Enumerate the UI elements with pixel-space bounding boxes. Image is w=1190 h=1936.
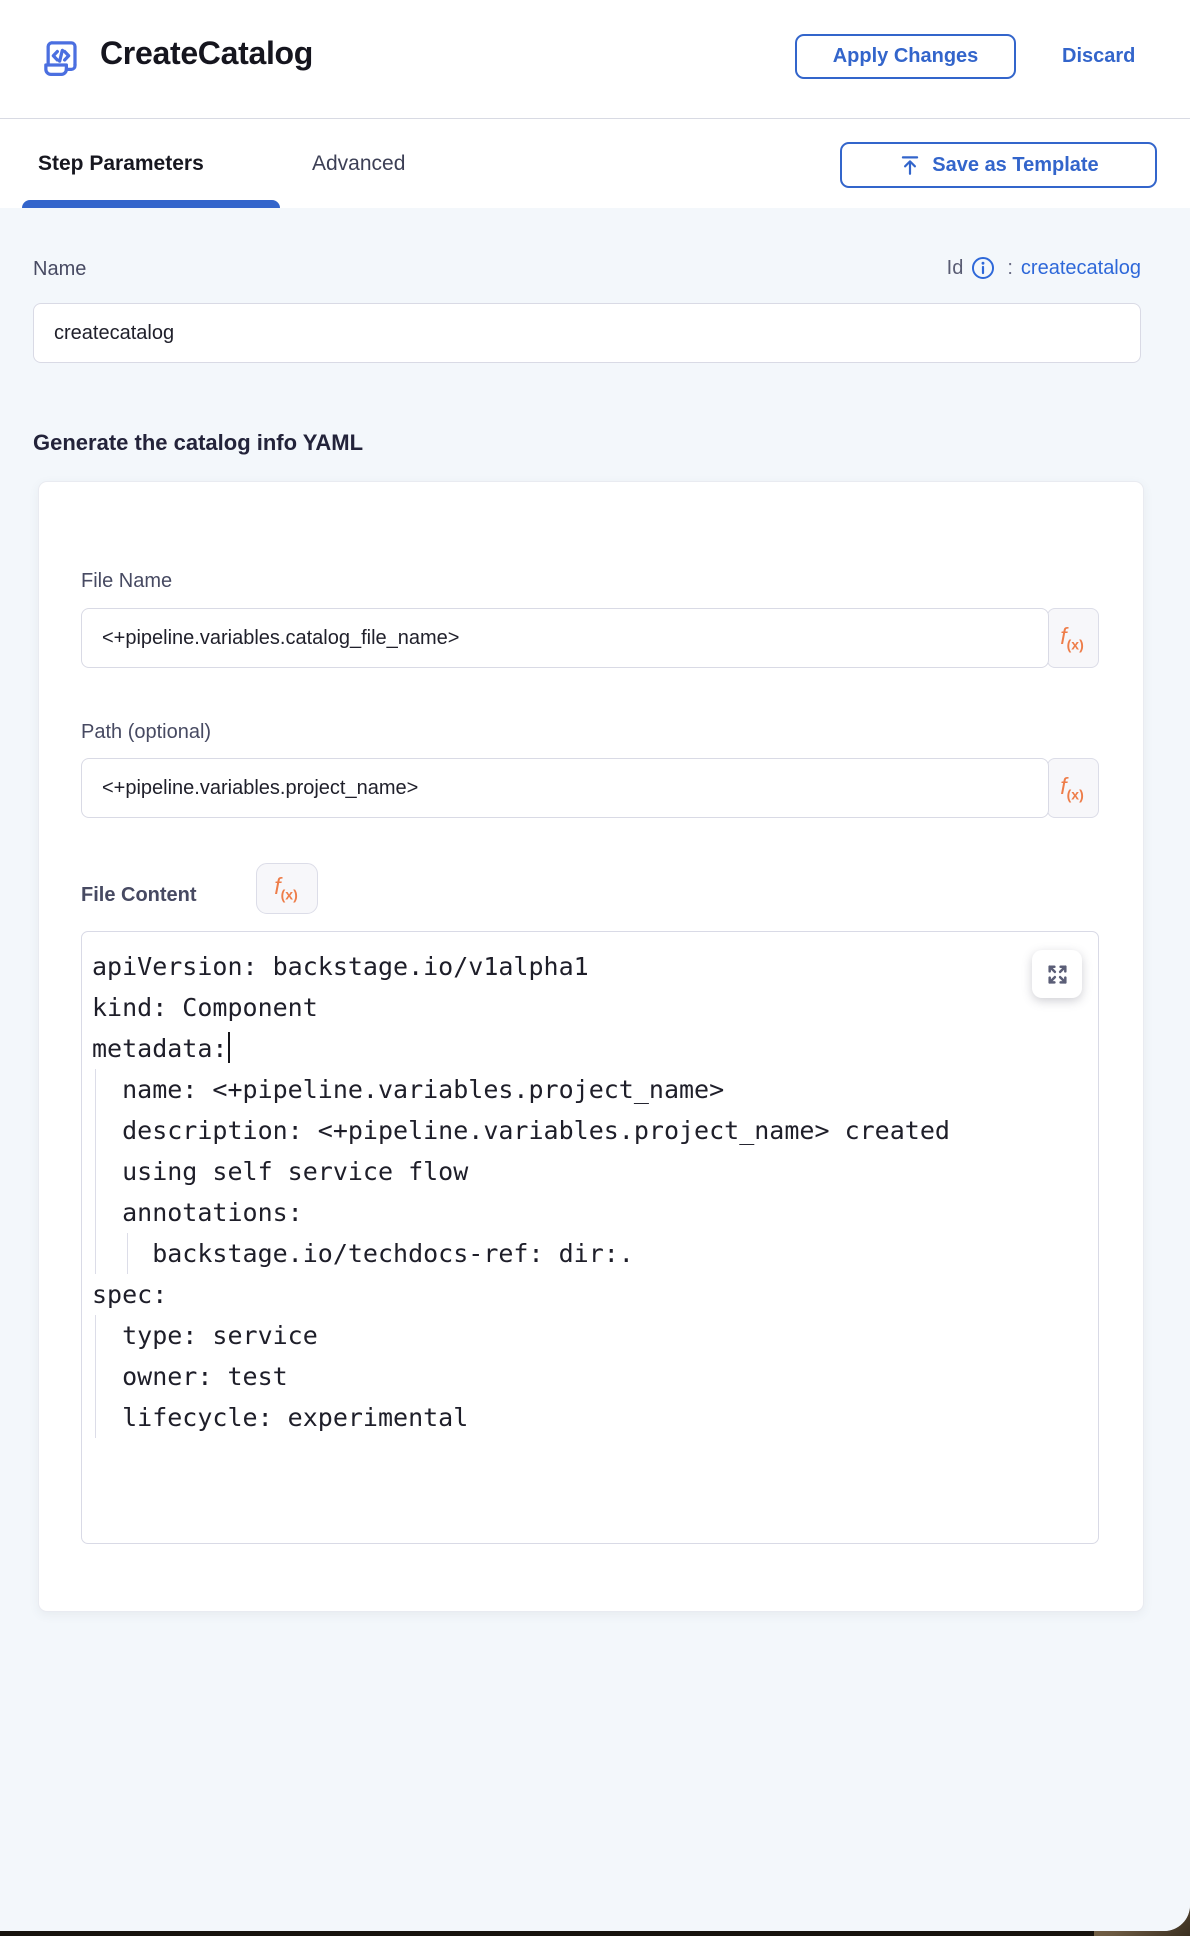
code-line: owner: test [92, 1356, 1090, 1397]
file-content-label: File Content [81, 884, 197, 907]
header-bar: CreateCatalog Apply Changes Discard [0, 0, 1190, 118]
id-label: Id [947, 257, 964, 280]
text-cursor [228, 1032, 230, 1063]
tab-advanced[interactable]: Advanced [312, 119, 405, 208]
indent-guide [127, 1233, 128, 1274]
tab-step-parameters[interactable]: Step Parameters [38, 119, 204, 208]
path-label: Path (optional) [81, 721, 211, 744]
step-template-icon [38, 36, 84, 82]
fullscreen-expand-icon [1045, 962, 1070, 987]
path-input[interactable] [81, 758, 1049, 818]
path-fx-button[interactable]: f(x) [1047, 758, 1099, 818]
name-input[interactable] [33, 303, 1141, 363]
path-group: f(x) [81, 758, 1099, 818]
step-parameters-panel: Name Id : createcatalog Generate the cat… [0, 208, 1190, 1931]
indent-guide [95, 1356, 96, 1397]
code-line: using self service flow [92, 1151, 1090, 1192]
expand-editor-button[interactable] [1032, 950, 1082, 998]
fx-icon: f(x) [1052, 623, 1092, 653]
step-id-row: Id : createcatalog [947, 256, 1141, 280]
save-as-template-button[interactable]: Save as Template [840, 142, 1157, 188]
save-as-template-label: Save as Template [932, 154, 1098, 177]
page-title: CreateCatalog [100, 30, 313, 76]
fx-icon: f(x) [1052, 773, 1092, 803]
file-name-fx-button[interactable]: f(x) [1047, 608, 1099, 668]
file-name-group: f(x) [81, 608, 1099, 668]
indent-guide [95, 1110, 96, 1151]
code-line: type: service [92, 1315, 1090, 1356]
section-heading: Generate the catalog info YAML [33, 430, 363, 456]
code-line: spec: [92, 1274, 1090, 1315]
apply-changes-button[interactable]: Apply Changes [795, 34, 1016, 79]
yaml-code: apiVersion: backstage.io/v1alpha1kind: C… [92, 946, 1090, 1438]
catalog-form-card: File Name f(x) Path (optional) f(x) File… [38, 481, 1144, 1612]
code-line: annotations: [92, 1192, 1090, 1233]
file-content-fx-button[interactable]: f(x) [256, 863, 318, 914]
name-label: Name [33, 258, 86, 281]
indent-guide [95, 1315, 96, 1356]
code-line: name: <+pipeline.variables.project_name> [92, 1069, 1090, 1110]
upload-icon [898, 153, 922, 177]
id-separator: : [1007, 257, 1013, 280]
indent-guide [95, 1151, 96, 1192]
info-icon[interactable] [971, 256, 995, 280]
apply-changes-label: Apply Changes [833, 45, 979, 68]
code-line: apiVersion: backstage.io/v1alpha1 [92, 946, 1090, 987]
step-config-panel: CreateCatalog Apply Changes Discard Step… [0, 0, 1190, 1931]
code-line: metadata: [92, 1028, 1090, 1069]
file-name-label: File Name [81, 570, 172, 593]
code-line: kind: Component [92, 987, 1090, 1028]
fx-icon: f(x) [266, 873, 306, 903]
indent-guide [95, 1233, 96, 1274]
discard-button[interactable]: Discard [1056, 44, 1141, 69]
indent-guide [95, 1192, 96, 1233]
file-name-input[interactable] [81, 608, 1049, 668]
code-line: lifecycle: experimental [92, 1397, 1090, 1438]
active-tab-indicator [22, 200, 280, 208]
indent-guide [95, 1069, 96, 1110]
step-id-value[interactable]: createcatalog [1021, 257, 1141, 280]
code-line: description: <+pipeline.variables.projec… [92, 1110, 1090, 1151]
file-content-editor[interactable]: apiVersion: backstage.io/v1alpha1kind: C… [81, 931, 1099, 1544]
code-line: backstage.io/techdocs-ref: dir:. [92, 1233, 1090, 1274]
indent-guide [95, 1397, 96, 1438]
tab-bar: Step Parameters Advanced Save as Templat… [0, 118, 1190, 208]
